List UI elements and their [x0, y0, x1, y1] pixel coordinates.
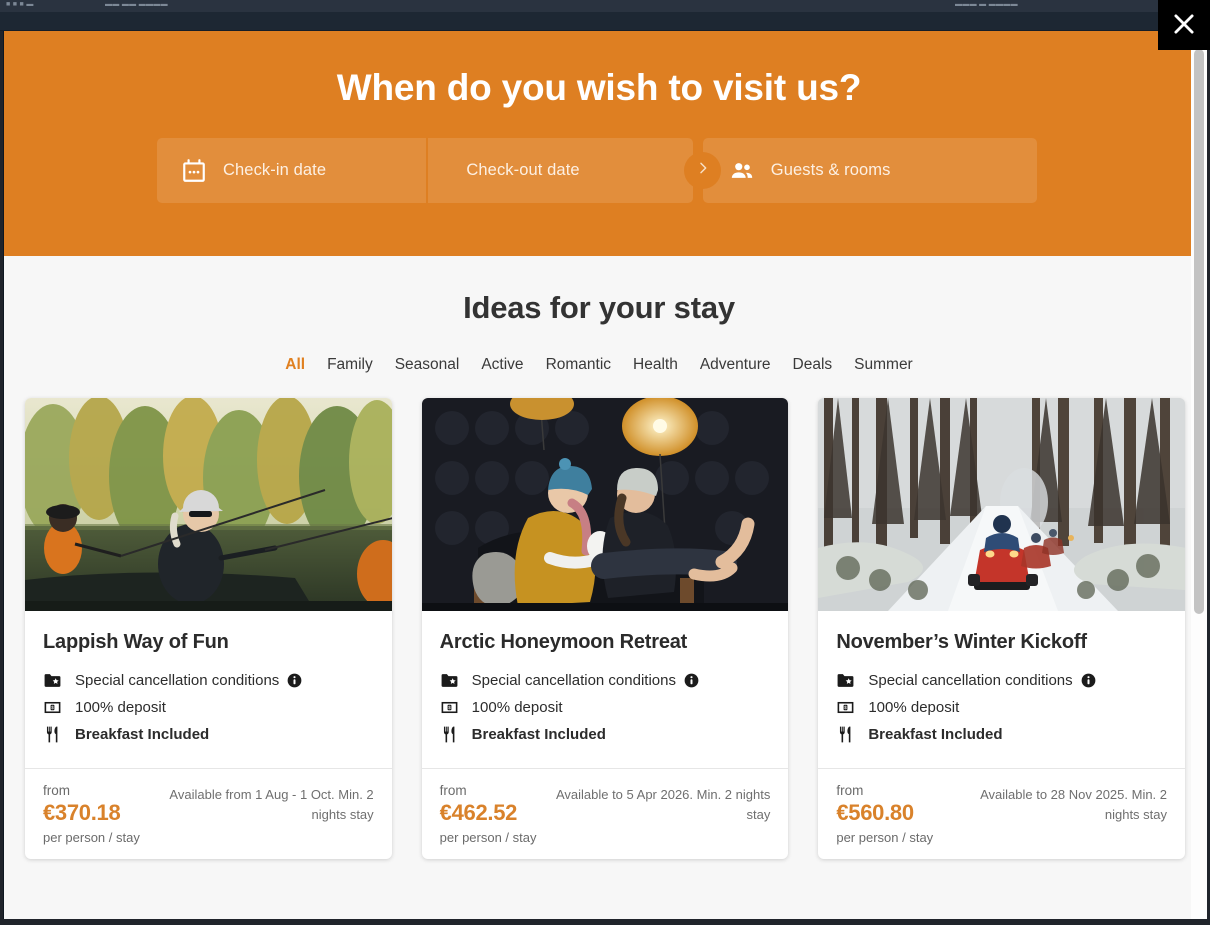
offer-price: €370.18 — [43, 800, 121, 825]
cutlery-icon — [440, 725, 459, 744]
offer-feature-label: Breakfast Included — [75, 726, 210, 743]
offer-per-label: per person / stay — [439, 830, 537, 845]
filter-tab-all[interactable]: All — [285, 356, 305, 374]
filter-tab-romantic[interactable]: Romantic — [546, 356, 611, 374]
offer-feature-cancellation: Special cancellation conditions — [43, 671, 374, 690]
offer-availability: Available from 1 Aug - 1 Oct. Min. 2 nig… — [169, 787, 374, 823]
ideas-modal: When do you wish to visit us? Check-in d… — [3, 31, 1207, 919]
offer-title: Arctic Honeymoon Retreat — [439, 631, 688, 653]
offer-feature-label: Special cancellation conditions — [471, 672, 676, 689]
svg-text:$: $ — [448, 705, 451, 711]
offer-feature-deposit: $ 100% deposit — [440, 698, 771, 717]
offer-photo-arctic-honeymoon-retreat — [421, 398, 789, 611]
offer-feature-breakfast: Breakfast Included — [43, 725, 374, 744]
folder-star-icon — [440, 671, 459, 690]
offer-price-block: from €462.52 per person / stay — [440, 783, 537, 845]
offer-card[interactable]: Lappish Way of Fun Special cancellation … — [25, 398, 392, 859]
checkout-date-field[interactable]: Check-out date — [428, 138, 722, 203]
calendar-icon — [181, 158, 207, 184]
offer-title: Lappish Way of Fun — [43, 631, 229, 653]
offer-feature-label: 100% deposit — [75, 699, 166, 716]
offer-card-body: November’s Winter Kickoff Special cancel… — [818, 611, 1185, 768]
offer-from-label: from — [439, 783, 467, 798]
page-dark-header — [0, 12, 1210, 31]
cutlery-icon — [836, 725, 855, 744]
search-bar: Check-in date Check-out date Guests & ro… — [157, 138, 1037, 203]
banknote-icon: $ — [440, 698, 459, 717]
close-icon — [1171, 11, 1197, 40]
ideas-title: Ideas for your stay — [463, 290, 735, 325]
offer-card[interactable]: November’s Winter Kickoff Special cancel… — [818, 398, 1186, 859]
offer-price: €462.52 — [439, 800, 518, 825]
filter-tab-family[interactable]: Family — [327, 356, 373, 374]
svg-text:$: $ — [51, 705, 54, 711]
offer-feature-label: Special cancellation conditions — [868, 672, 1073, 689]
offer-feature-label: Breakfast Included — [868, 726, 1003, 743]
guests-rooms-field[interactable]: Guests & rooms — [702, 138, 1037, 203]
offer-from-label: from — [43, 783, 70, 798]
browser-ghost-mid: ▬▬ ▬▬ ▬▬▬▬ — [105, 1, 168, 8]
svg-text:$: $ — [845, 705, 848, 711]
offer-availability: Available to 28 Nov 2025. Min. 2 nights … — [980, 787, 1168, 823]
offer-card-footer: from €462.52 per person / stay Available… — [421, 768, 789, 859]
offer-price: €560.80 — [836, 800, 914, 825]
offer-feature-deposit: $ 100% deposit — [836, 698, 1167, 717]
offer-photo-novembers-winter-kickoff — [818, 398, 1186, 611]
modal-scrollbar-thumb[interactable] — [1194, 49, 1204, 614]
chevron-right-icon — [695, 160, 711, 181]
folder-star-icon — [836, 671, 855, 690]
filter-tab-summer[interactable]: Summer — [854, 356, 913, 374]
offer-card-footer: from €370.18 per person / stay Available… — [25, 768, 392, 859]
close-modal-button[interactable] — [1158, 0, 1210, 50]
hero-title: When do you wish to visit us? — [336, 67, 862, 108]
offer-feature-label: 100% deposit — [471, 699, 563, 716]
offer-photo-lappish-way-of-fun — [25, 398, 392, 611]
guests-rooms-label: Guests & rooms — [770, 161, 891, 179]
offer-title: November’s Winter Kickoff — [836, 631, 1087, 653]
cutlery-icon — [43, 725, 62, 744]
offer-card-body: Lappish Way of Fun Special cancellation … — [25, 611, 392, 768]
people-icon — [729, 158, 755, 184]
offer-feature-deposit: $ 100% deposit — [43, 698, 374, 717]
offer-card-list: Lappish Way of Fun Special cancellation … — [25, 398, 1186, 859]
offer-card-footer: from €560.80 per person / stay Available… — [818, 768, 1186, 859]
search-hero: When do you wish to visit us? Check-in d… — [4, 31, 1194, 256]
offer-card[interactable]: Arctic Honeymoon Retreat Special cancell… — [421, 398, 789, 859]
checkin-date-field[interactable]: Check-in date — [157, 138, 427, 203]
checkout-date-label: Check-out date — [466, 161, 580, 179]
offer-availability: Available to 5 Apr 2026. Min. 2 nights s… — [555, 787, 771, 823]
checkin-date-label: Check-in date — [223, 161, 327, 179]
ideas-section: Ideas for your stay All Family Seasonal … — [4, 256, 1194, 859]
offer-per-label: per person / stay — [43, 830, 140, 845]
offer-feature-cancellation: Special cancellation conditions — [440, 671, 771, 690]
banknote-icon: $ — [836, 698, 855, 717]
browser-chrome-strip: ■ ■ ■ ▬ ▬▬ ▬▬ ▬▬▬▬ ▬▬▬ ▬ ▬▬▬▬ — [0, 0, 1210, 12]
banknote-icon: $ — [43, 698, 62, 717]
info-icon[interactable] — [287, 673, 302, 688]
offer-feature-label: Breakfast Included — [471, 726, 606, 743]
offer-feature-cancellation: Special cancellation conditions — [836, 671, 1167, 690]
offer-price-block: from €560.80 per person / stay — [836, 783, 933, 845]
modal-scrollbar-track[interactable] — [1191, 31, 1207, 919]
folder-star-icon — [43, 671, 62, 690]
offer-from-label: from — [836, 783, 864, 798]
offer-feature-breakfast: Breakfast Included — [440, 725, 771, 744]
filter-tab-adventure[interactable]: Adventure — [700, 356, 771, 374]
filter-tab-seasonal[interactable]: Seasonal — [395, 356, 460, 374]
info-icon[interactable] — [1081, 673, 1096, 688]
filter-tab-deals[interactable]: Deals — [793, 356, 833, 374]
offer-feature-label: 100% deposit — [868, 699, 960, 716]
browser-ghost-left: ■ ■ ■ ▬ — [6, 1, 34, 8]
browser-ghost-right: ▬▬▬ ▬ ▬▬▬▬ — [955, 1, 1018, 8]
offer-per-label: per person / stay — [836, 830, 934, 845]
offer-feature-breakfast: Breakfast Included — [836, 725, 1167, 744]
filter-tab-active[interactable]: Active — [481, 356, 523, 374]
filter-tab-health[interactable]: Health — [633, 356, 678, 374]
offer-feature-label: Special cancellation conditions — [75, 672, 280, 689]
info-icon[interactable] — [684, 673, 699, 688]
offer-price-block: from €370.18 per person / stay — [43, 783, 140, 845]
screen-root: ■ ■ ■ ▬ ▬▬ ▬▬ ▬▬▬▬ ▬▬▬ ▬ ▬▬▬▬ When do yo… — [0, 0, 1210, 925]
offer-card-body: Arctic Honeymoon Retreat Special cancell… — [422, 611, 789, 768]
ideas-filter-tabs: All Family Seasonal Active Romantic Heal… — [4, 356, 1194, 374]
